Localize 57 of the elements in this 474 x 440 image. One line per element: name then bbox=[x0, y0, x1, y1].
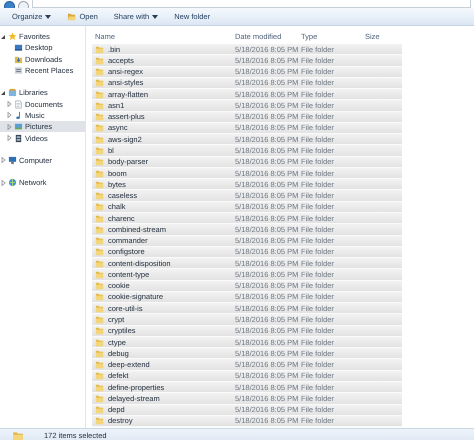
folder-icon bbox=[95, 371, 104, 380]
folder-icon bbox=[95, 191, 104, 200]
film-icon bbox=[14, 134, 23, 143]
expanded-arrow-icon[interactable] bbox=[0, 90, 6, 96]
folder-icon bbox=[95, 44, 104, 54]
folder-icon bbox=[95, 56, 104, 65]
folder-icon bbox=[95, 270, 104, 279]
folder-icon bbox=[95, 326, 104, 336]
folder-icon bbox=[95, 146, 104, 156]
folder-icon bbox=[95, 168, 104, 178]
open-folder-icon bbox=[67, 12, 76, 21]
folder-icon bbox=[95, 394, 104, 403]
folder-icon bbox=[95, 348, 104, 358]
desktop-icon bbox=[14, 43, 23, 52]
folder-icon bbox=[95, 304, 104, 313]
folder-icon bbox=[95, 416, 104, 426]
folder-icon bbox=[95, 157, 104, 166]
computer-icon bbox=[8, 156, 17, 165]
folder-icon bbox=[95, 67, 104, 76]
document-icon bbox=[14, 100, 23, 109]
folder-icon bbox=[95, 90, 104, 99]
network-icon bbox=[8, 178, 17, 188]
folder-icon bbox=[95, 247, 104, 256]
library-icon bbox=[8, 88, 17, 98]
recent-places-icon bbox=[14, 66, 23, 76]
folder-icon bbox=[95, 202, 104, 212]
collapsed-arrow-icon[interactable] bbox=[6, 112, 12, 118]
folder-icon bbox=[95, 100, 104, 110]
pictures-icon bbox=[14, 122, 23, 132]
caret-icon bbox=[152, 14, 158, 18]
collapsed-arrow-icon[interactable] bbox=[6, 135, 12, 142]
collapsed-arrow-icon[interactable] bbox=[0, 180, 6, 186]
folder-icon bbox=[95, 360, 104, 370]
folder-icon bbox=[12, 430, 24, 440]
folder-icon bbox=[95, 123, 104, 132]
star-icon bbox=[8, 32, 17, 42]
downloads-icon bbox=[14, 54, 23, 64]
folder-icon bbox=[95, 180, 104, 189]
collapsed-arrow-icon[interactable] bbox=[6, 124, 12, 130]
folder-icon bbox=[95, 258, 104, 268]
folder-icon bbox=[95, 281, 104, 290]
folder-icon bbox=[95, 338, 104, 347]
folder-icon bbox=[95, 405, 104, 414]
folder-icon bbox=[95, 78, 104, 88]
collapsed-arrow-icon[interactable] bbox=[0, 157, 6, 164]
folder-icon bbox=[95, 134, 104, 144]
folder-icon bbox=[95, 382, 104, 392]
folder-icon bbox=[95, 315, 104, 324]
folder-icon bbox=[95, 214, 104, 223]
folder-icon bbox=[95, 112, 104, 122]
folder-icon bbox=[95, 292, 104, 302]
collapsed-arrow-icon[interactable] bbox=[6, 101, 12, 108]
expanded-arrow-icon[interactable] bbox=[0, 34, 6, 40]
folder-icon bbox=[95, 236, 104, 246]
folder-icon bbox=[95, 224, 104, 234]
music-note-icon bbox=[14, 110, 23, 120]
caret-icon bbox=[45, 14, 52, 18]
